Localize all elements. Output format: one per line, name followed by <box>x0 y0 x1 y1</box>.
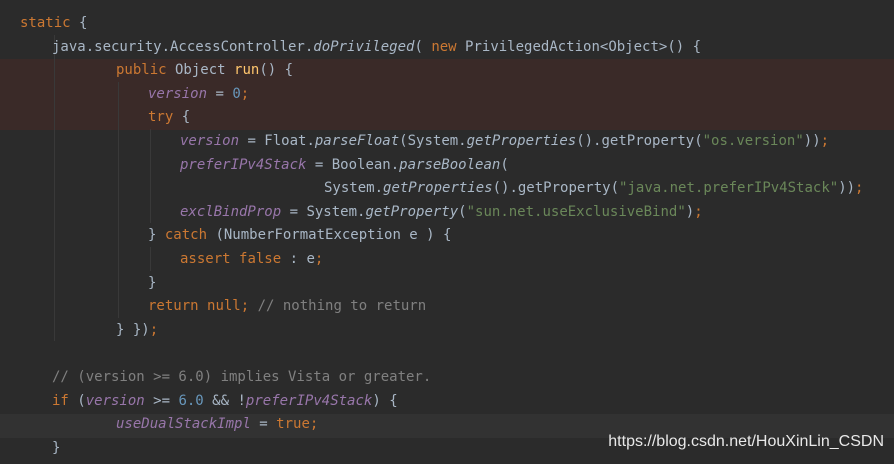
code-token: } <box>148 274 157 291</box>
code-line[interactable]: // (version >= 6.0) implies Vista or gre… <box>52 365 431 389</box>
indent-guide <box>150 129 151 224</box>
code-token: doPrivileged <box>313 38 415 55</box>
code-token: = Float. <box>239 133 315 149</box>
code-token: false <box>239 251 282 267</box>
code-line[interactable]: java.security.AccessController.doPrivile… <box>52 35 701 59</box>
code-line[interactable]: } <box>148 271 156 295</box>
code-token: >= <box>144 392 179 409</box>
code-token: ; <box>149 321 159 338</box>
watermark-text: https://blog.csdn.net/HouXinLin_CSDN <box>608 433 884 450</box>
code-token: ( <box>458 203 467 220</box>
code-token: true <box>276 416 310 433</box>
code-token: = <box>207 85 233 102</box>
code-token: (System. <box>399 133 467 149</box>
code-line[interactable]: version = 0; <box>148 82 249 106</box>
code-token: // (version >= 6.0) implies Vista or gre… <box>52 369 432 385</box>
code-token: && ! <box>203 392 246 409</box>
code-token: { <box>173 109 191 126</box>
indent-guide <box>150 247 151 271</box>
code-token: ( <box>414 38 432 55</box>
code-line[interactable]: assert false : e; <box>180 247 323 271</box>
code-line[interactable]: } catch (NumberFormatException e ) { <box>148 223 451 247</box>
code-line[interactable]: } }); <box>116 318 158 342</box>
code-token: (NumberFormatException e ) { <box>207 227 452 244</box>
code-token: static <box>20 15 71 31</box>
code-token: run <box>234 62 260 79</box>
code-editor[interactable]: static {java.security.AccessController.d… <box>0 0 894 464</box>
code-token: ( <box>500 156 509 173</box>
code-line[interactable]: public Object run() { <box>116 58 293 82</box>
code-token: new <box>431 38 457 55</box>
code-token: ; <box>820 133 830 149</box>
code-line[interactable]: if (version >= 6.0 && !preferIPv4Stack) … <box>52 389 398 413</box>
code-token: () { <box>259 62 294 79</box>
code-token: )) <box>838 180 856 197</box>
code-token: ; <box>694 203 703 220</box>
code-line[interactable]: System.getProperties().getProperty("java… <box>324 176 863 200</box>
code-token: preferIPv4Stack <box>245 392 373 409</box>
code-line[interactable]: exclBindProp = System.getProperty("sun.n… <box>180 200 703 224</box>
code-token: version <box>85 392 145 409</box>
code-token: ; <box>309 416 319 433</box>
code-token: "sun.net.useExclusiveBind" <box>466 203 686 220</box>
code-token: if <box>52 392 69 409</box>
code-token: getProperty <box>365 203 459 220</box>
code-token: } <box>52 439 61 456</box>
code-token: } <box>148 227 165 244</box>
code-token: exclBindProp <box>180 203 282 220</box>
code-line[interactable]: static { <box>20 11 87 35</box>
code-token: ; <box>240 298 258 315</box>
code-token: java.security.AccessController. <box>52 38 314 55</box>
code-token: 6.0 <box>178 392 204 409</box>
code-token: assert <box>180 251 231 267</box>
code-token: 0 <box>232 85 241 102</box>
code-token: = <box>250 416 277 433</box>
code-token: ().getProperty( <box>492 180 620 197</box>
code-token: PrivilegedAction<Object>() { <box>456 38 702 55</box>
code-token: : e <box>281 251 315 267</box>
code-token: version <box>180 133 240 149</box>
code-token: "os.version" <box>702 133 804 149</box>
code-token: public <box>116 62 167 79</box>
code-token: } }) <box>116 321 150 338</box>
code-token: return <box>148 298 199 315</box>
code-token: )) <box>803 133 821 149</box>
code-token: getProperties <box>466 133 577 149</box>
code-token: ( <box>68 392 86 409</box>
code-line[interactable]: } <box>52 436 60 460</box>
indent-guide <box>118 81 119 318</box>
code-token: ) <box>685 203 695 220</box>
code-line[interactable]: version = Float.parseFloat(System.getPro… <box>180 129 829 153</box>
code-token: useDualStackImpl <box>116 416 251 433</box>
code-token: System. <box>324 180 384 197</box>
code-token: = Boolean. <box>306 156 400 173</box>
code-line[interactable]: return null; // nothing to return <box>148 294 426 318</box>
code-token: parseBoolean <box>399 156 501 173</box>
code-token: ; <box>240 85 250 102</box>
code-token: getProperties <box>383 180 493 197</box>
code-token: parseFloat <box>314 133 400 149</box>
code-token: ; <box>855 180 864 197</box>
code-token: null <box>207 298 241 315</box>
code-token: version <box>148 85 208 102</box>
code-line[interactable]: preferIPv4Stack = Boolean.parseBoolean( <box>180 153 509 177</box>
code-token: { <box>70 15 88 31</box>
code-token: ) { <box>372 392 398 409</box>
code-token: try <box>148 109 174 126</box>
code-line[interactable]: useDualStackImpl = true; <box>116 412 318 436</box>
code-token: ; <box>314 251 324 267</box>
code-token: "java.net.preferIPv4Stack" <box>619 180 839 197</box>
code-line[interactable]: try { <box>148 105 190 129</box>
code-token: catch <box>164 227 208 244</box>
code-token: preferIPv4Stack <box>180 156 307 173</box>
code-token: // nothing to return <box>257 298 427 315</box>
code-token: = System. <box>281 203 366 220</box>
code-token: ().getProperty( <box>576 133 703 149</box>
code-token: Object <box>166 62 235 79</box>
indent-guide <box>54 34 55 342</box>
